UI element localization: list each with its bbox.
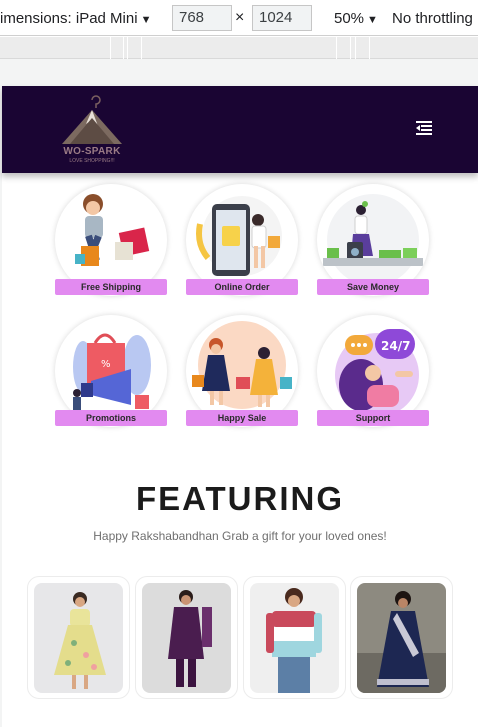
svg-text:%: % (101, 359, 111, 370)
saree-model-photo (357, 583, 446, 693)
feature-online-order[interactable]: Online Order (186, 184, 298, 296)
ruler-tick (123, 37, 124, 59)
menu-icon (416, 121, 432, 135)
dress-model-photo (34, 583, 123, 693)
feature-label: Support (317, 410, 429, 426)
brand-logo[interactable]: WO-SPARK LOVE SHOPPING!!! (56, 94, 128, 168)
media-query-bar[interactable] (0, 37, 478, 59)
site-navbar: WO-SPARK LOVE SHOPPING!!! (2, 86, 478, 173)
web-page: WO-SPARK LOVE SHOPPING!!! Free Shipping … (2, 86, 478, 727)
ruler-tick (127, 37, 128, 59)
zoom-dropdown[interactable]: 50% ▼ (334, 10, 378, 27)
menu-toggle-button[interactable] (416, 121, 432, 135)
feature-label: Online Order (186, 279, 298, 295)
product-image (250, 583, 339, 693)
devtools-toolbar: imensions: iPad Mini ▼ 768 × 1024 50% ▼ No… (0, 0, 478, 36)
height-input[interactable]: 1024 (252, 5, 312, 31)
ruler-tick (350, 37, 351, 59)
device-name: imensions: iPad Mini (0, 10, 138, 27)
kurta-model-photo (142, 583, 231, 693)
caret-down-icon: ▼ (140, 14, 152, 26)
ruler-tick (141, 37, 142, 59)
feature-save-money[interactable]: Save Money (317, 184, 429, 296)
product-image (357, 583, 446, 693)
logo-title: WO-SPARK (63, 146, 121, 157)
hanger-mountain-icon (62, 95, 122, 144)
ruler-tick (369, 37, 370, 59)
product-card-colorblock-sweater[interactable] (243, 576, 346, 699)
feature-label: Promotions (55, 410, 167, 426)
product-image (34, 583, 123, 693)
product-image (142, 583, 231, 693)
device-viewport: WO-SPARK LOVE SHOPPING!!! Free Shipping … (0, 59, 478, 727)
product-card-yellow-floral-dress[interactable] (27, 576, 130, 699)
width-input[interactable]: 768 (172, 5, 232, 31)
device-dimensions-dropdown[interactable]: imensions: iPad Mini ▼ (0, 10, 151, 27)
feature-free-shipping[interactable]: Free Shipping (55, 184, 167, 296)
product-card-purple-kurta-set[interactable] (135, 576, 238, 699)
logo-subtitle: LOVE SHOPPING!!! (69, 158, 115, 164)
feature-support[interactable]: 24/7 Support (317, 315, 429, 427)
feature-label: Happy Sale (186, 410, 298, 426)
caret-down-icon: ▼ (367, 14, 378, 26)
times-icon: × (235, 9, 245, 26)
feature-label: Save Money (317, 279, 429, 295)
svg-text:24/7: 24/7 (381, 339, 410, 353)
ruler-tick (110, 37, 111, 59)
feature-promotions[interactable]: % Promotions (55, 315, 167, 427)
section-heading: FEATURING (135, 480, 345, 517)
throttling-dropdown[interactable]: No throttling (392, 10, 473, 27)
section-subheading: Happy Rakshabandhan Grab a gift for your… (93, 529, 387, 543)
product-card-navy-saree[interactable] (350, 576, 453, 699)
feature-label: Free Shipping (55, 279, 167, 295)
ruler-tick (355, 37, 356, 59)
zoom-value: 50% (334, 10, 365, 27)
ruler-tick (336, 37, 337, 59)
sweater-model-photo (250, 583, 339, 693)
feature-happy-sale[interactable]: Happy Sale (186, 315, 298, 427)
